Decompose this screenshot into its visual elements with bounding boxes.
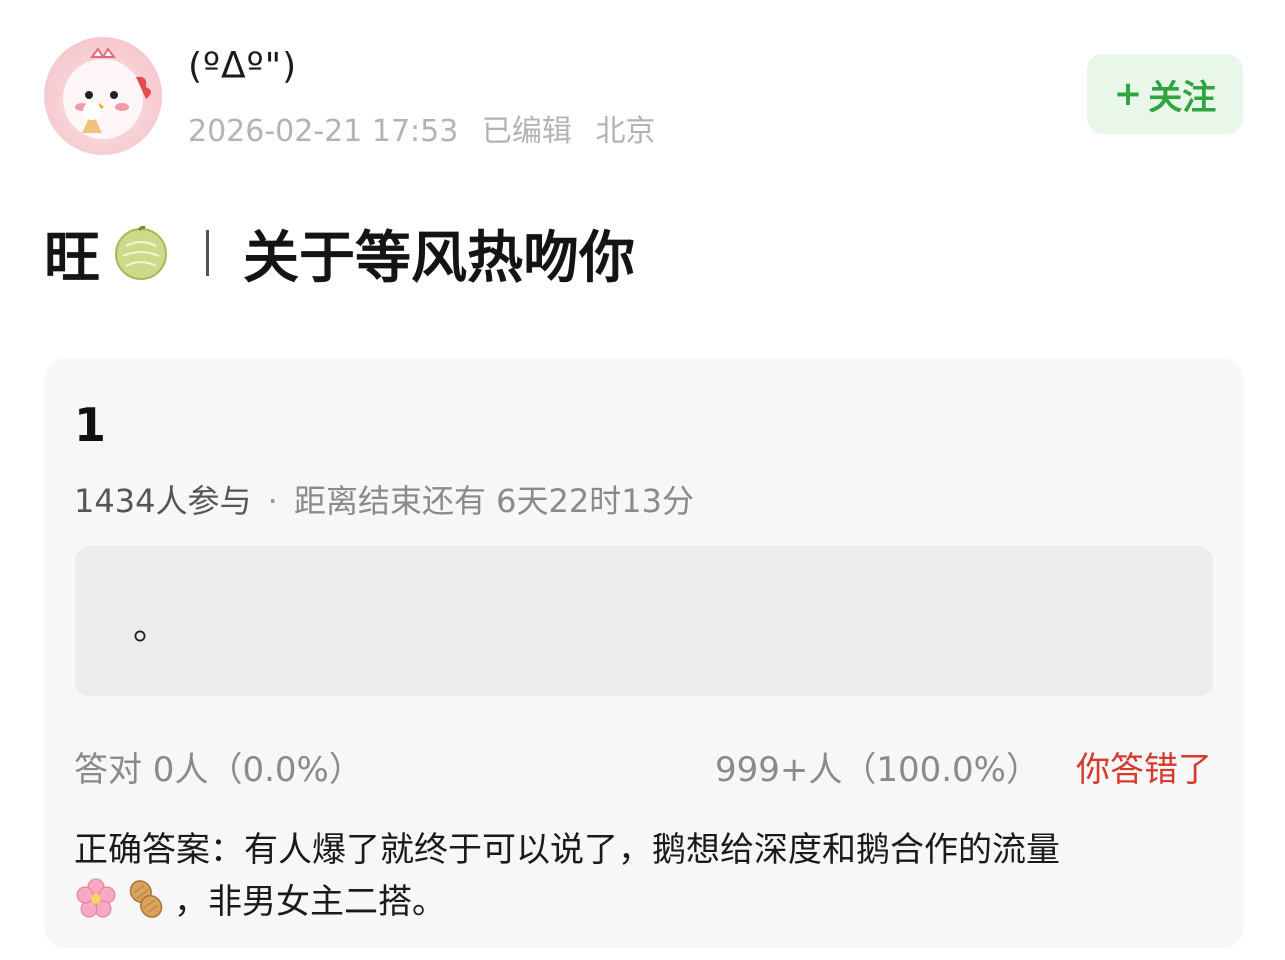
chick-avatar-icon xyxy=(63,47,151,139)
username[interactable]: (ºᐃº") xyxy=(188,46,297,87)
cherry-blossom-icon xyxy=(74,877,118,921)
correct-result: 答对 0人（0.0%） xyxy=(74,750,363,790)
title-main: 关于等风热吻你 xyxy=(243,225,635,291)
follow-button[interactable]: + 关注 xyxy=(1087,54,1243,134)
melon-icon xyxy=(112,224,170,282)
peanut-icon xyxy=(124,877,168,921)
post-title: 旺 关于等风热吻你 xyxy=(44,218,635,291)
post-location: 北京 xyxy=(595,114,656,149)
title-prefix: 旺 xyxy=(44,225,100,291)
option-text: 。 xyxy=(133,607,170,648)
wrong-answer-label: 你答错了 xyxy=(1076,750,1212,790)
edited-label: 已编辑 xyxy=(481,114,572,149)
post-timestamp: 2026-02-21 17:53 xyxy=(188,114,459,149)
avatar[interactable] xyxy=(44,37,162,155)
wrong-result: 999+人（100.0%） 你答错了 xyxy=(715,742,1212,791)
title-divider xyxy=(206,230,209,276)
quiz-countdown: 距离结束还有 6天22时13分 xyxy=(293,482,694,520)
participants-count: 1434人参与 xyxy=(74,482,252,520)
plus-icon: + xyxy=(1113,74,1143,114)
post-meta: 2026-02-21 17:53 已编辑 北京 xyxy=(188,106,669,150)
quiz-card: 1 1434人参与 · 距离结束还有 6天22时13分 。 答对 0人（0.0%… xyxy=(44,358,1244,948)
answer-line-2-text: ，非男女主二搭。 xyxy=(174,882,446,922)
post-page: (ºᐃº") 2026-02-21 17:53 已编辑 北京 + 关注 旺 关于… xyxy=(0,0,1285,960)
stats-separator: · xyxy=(267,482,278,520)
quiz-option[interactable]: 。 xyxy=(75,546,1213,696)
wrong-count: 999+人（100.0%） xyxy=(714,750,1040,790)
answer-line-1: 正确答案：有人爆了就终于可以说了，鹅想给深度和鹅合作的流量 xyxy=(74,830,1060,870)
answer-line-2: ，非男女主二搭。 xyxy=(74,876,1214,928)
correct-answer: 正确答案：有人爆了就终于可以说了，鹅想给深度和鹅合作的流量 ，非男女主二搭。 xyxy=(74,824,1214,928)
follow-label: 关注 xyxy=(1148,77,1217,118)
quiz-question: 1 xyxy=(74,398,107,452)
quiz-stats: 1434人参与 · 距离结束还有 6天22时13分 xyxy=(74,476,694,522)
